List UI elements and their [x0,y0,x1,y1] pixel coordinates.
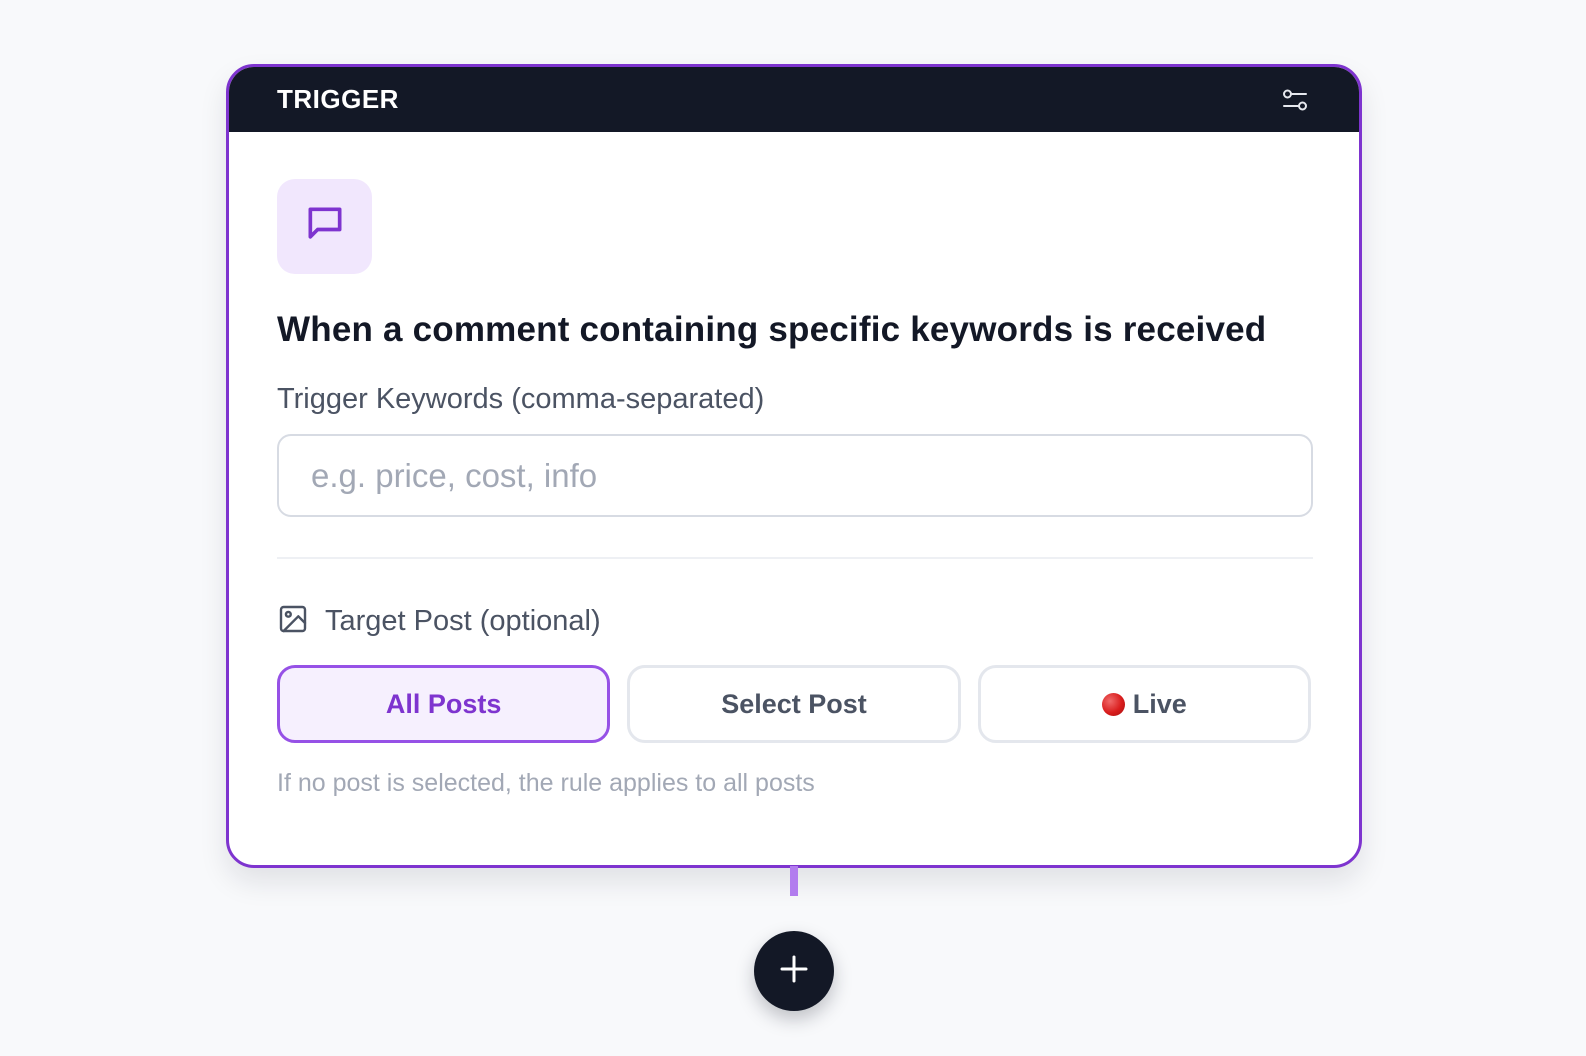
all-posts-button[interactable]: All Posts [277,665,611,743]
target-post-options: All Posts Select Post Live [277,665,1311,743]
live-button[interactable]: Live [977,665,1311,743]
keywords-label: Trigger Keywords (comma-separated) [277,383,765,415]
add-step-button[interactable] [754,931,834,1011]
trigger-card: TRIGGER When a comment containing specif… [226,64,1362,868]
keywords-input[interactable] [277,434,1313,517]
message-square-icon [303,202,347,251]
target-post-row: Target Post (optional) [277,603,1311,640]
red-circle-icon [1101,692,1125,716]
sliders-icon[interactable] [1279,84,1311,116]
select-post-button[interactable]: Select Post [627,665,961,743]
target-post-hint: If no post is selected, the rule applies… [277,769,815,797]
plus-icon [778,953,810,990]
live-label: Live [1132,688,1187,719]
trigger-header: TRIGGER [229,67,1359,132]
flow-connector [790,866,798,896]
all-posts-label: All Posts [385,688,502,719]
trigger-header-title: TRIGGER [277,84,399,114]
trigger-type-tile [277,179,372,274]
trigger-body: When a comment containing specific keywo… [229,132,1359,798]
target-post-label: Target Post (optional) [325,605,601,637]
select-post-label: Select Post [721,688,867,719]
image-icon [277,603,309,640]
divider [277,557,1313,559]
trigger-heading: When a comment containing specific keywo… [277,310,1267,349]
